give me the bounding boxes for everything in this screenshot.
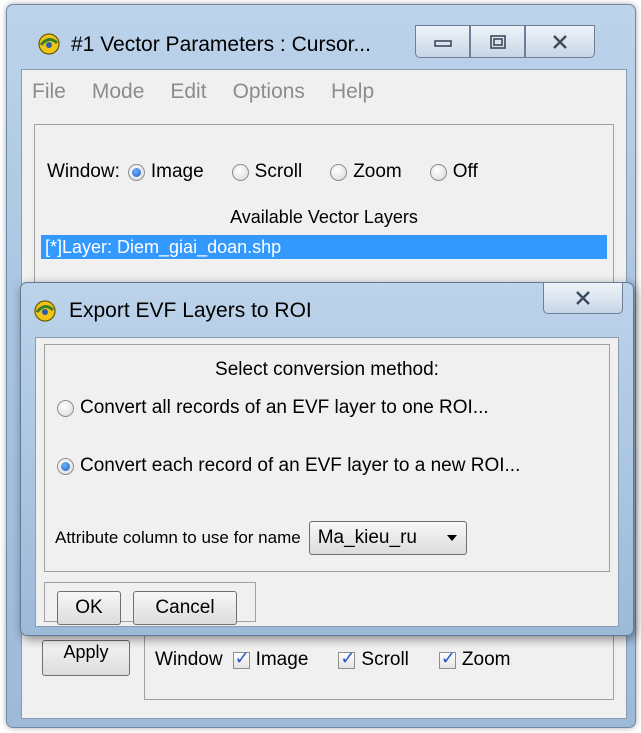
- bottom-window-label: Window: [155, 649, 223, 670]
- menu-options[interactable]: Options: [233, 80, 305, 104]
- available-layers-label: Available Vector Layers: [230, 207, 418, 227]
- check-scroll-label: Scroll: [361, 649, 409, 670]
- radio-zoom[interactable]: [330, 163, 348, 181]
- title-bar[interactable]: #1 Vector Parameters : Cursor...: [7, 5, 635, 59]
- envi-app-icon: [38, 33, 60, 55]
- close-icon: [576, 291, 590, 305]
- radio-convert-all[interactable]: [57, 399, 74, 417]
- check-image-label: Image: [255, 649, 309, 670]
- window-check-row: Window Image Scroll Zoom: [155, 648, 511, 671]
- attribute-row: Attribute column to use for name Ma_kieu…: [55, 521, 467, 555]
- apply-button[interactable]: Apply: [42, 640, 130, 676]
- window-title: #1 Vector Parameters : Cursor...: [71, 33, 371, 56]
- bottom-controls: Apply Window Image Scroll Zoom: [34, 630, 614, 706]
- menu-help[interactable]: Help: [331, 80, 374, 104]
- option-each-row[interactable]: Convert each record of an EVF layer to a…: [57, 455, 520, 477]
- radio-image-label: Image: [150, 161, 204, 182]
- menu-edit[interactable]: Edit: [170, 80, 206, 104]
- radio-off-label: Off: [452, 161, 478, 182]
- radio-convert-each[interactable]: [57, 457, 74, 475]
- export-evf-dialog: Export EVF Layers to ROI Select conversi…: [20, 282, 634, 636]
- window-check-group: Window Image Scroll Zoom: [144, 630, 614, 700]
- caption-buttons: [415, 25, 595, 58]
- option-all-label: Convert all records of an EVF layer to o…: [80, 397, 489, 418]
- menu-bar: File Mode Edit Options Help: [22, 70, 626, 114]
- radio-scroll[interactable]: [231, 163, 249, 181]
- radio-image[interactable]: [127, 163, 145, 181]
- check-zoom[interactable]: [438, 648, 456, 669]
- window-radio-row: Window: Image Scroll Zoom Off: [47, 161, 478, 183]
- method-label: Select conversion method:: [215, 359, 439, 380]
- envi-app-icon: [34, 300, 56, 322]
- check-image[interactable]: [232, 648, 250, 669]
- dialog-button-group: OK Cancel: [44, 582, 256, 625]
- radio-scroll-label: Scroll: [254, 161, 303, 182]
- radio-off[interactable]: [429, 163, 447, 181]
- close-icon: [553, 34, 567, 49]
- close-button[interactable]: [525, 25, 595, 58]
- ok-button[interactable]: OK: [57, 591, 121, 625]
- minimize-button[interactable]: [415, 25, 470, 58]
- attribute-dropdown[interactable]: Ma_kieu_ru: [308, 521, 467, 555]
- radio-zoom-label: Zoom: [353, 161, 402, 182]
- dialog-client-area: Select conversion method: Convert all re…: [35, 337, 619, 627]
- maximize-icon: [489, 34, 506, 49]
- menu-file[interactable]: File: [32, 80, 66, 104]
- menu-mode[interactable]: Mode: [92, 80, 145, 104]
- option-all-row[interactable]: Convert all records of an EVF layer to o…: [57, 397, 489, 419]
- check-scroll[interactable]: [338, 648, 355, 669]
- dialog-close-button[interactable]: [543, 282, 623, 314]
- attribute-value: Ma_kieu_ru: [317, 527, 417, 548]
- layer-list-item[interactable]: [*]Layer: Diem_giai_doan.shp: [41, 235, 607, 259]
- window-label: Window:: [47, 161, 120, 182]
- conversion-method-group: Select conversion method: Convert all re…: [44, 344, 610, 572]
- chevron-down-icon: [446, 535, 457, 541]
- option-each-label: Convert each record of an EVF layer to a…: [80, 455, 521, 476]
- dialog-title: Export EVF Layers to ROI: [69, 299, 312, 322]
- check-zoom-label: Zoom: [461, 649, 511, 670]
- attribute-label: Attribute column to use for name: [55, 528, 301, 547]
- cancel-button[interactable]: Cancel: [133, 591, 237, 625]
- maximize-button[interactable]: [470, 25, 525, 58]
- minimize-icon: [433, 39, 452, 47]
